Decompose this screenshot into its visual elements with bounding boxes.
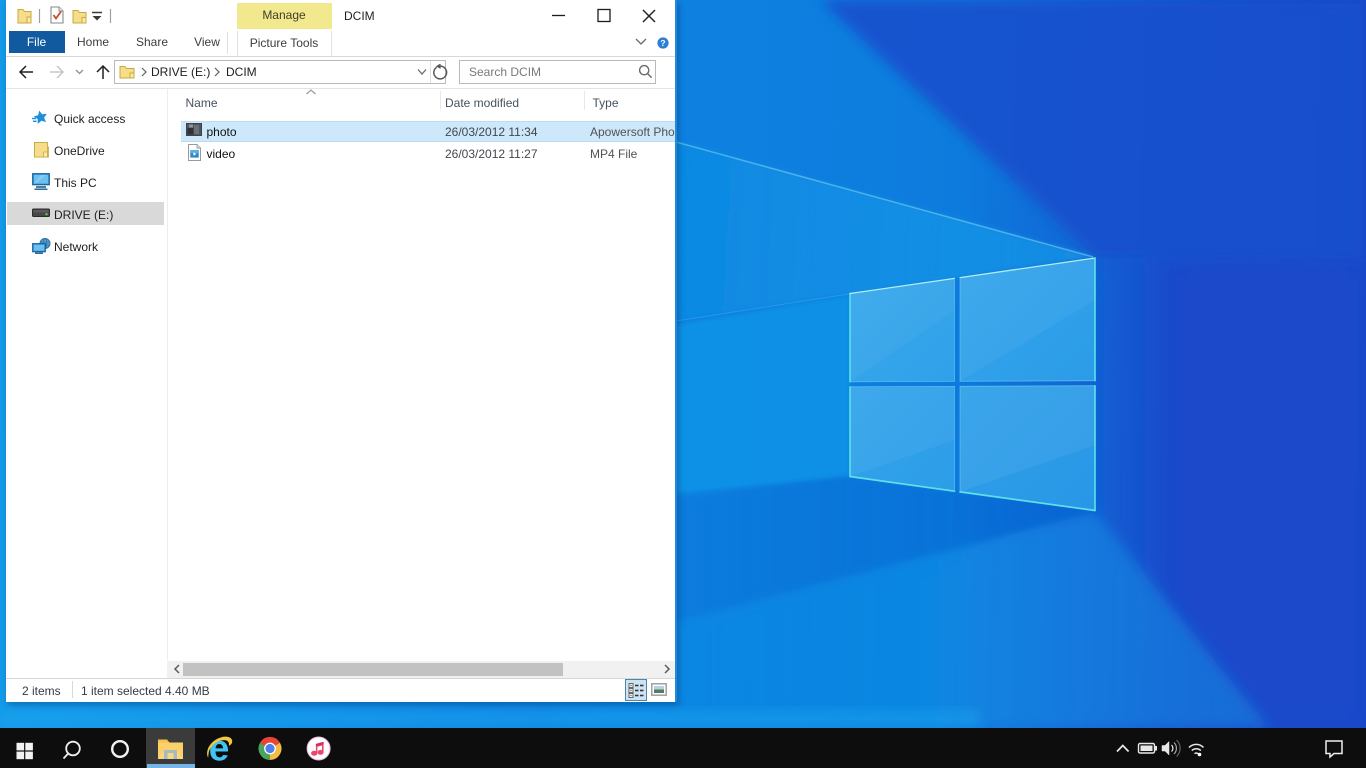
svg-text:e: e bbox=[209, 728, 230, 768]
svg-text:?: ? bbox=[660, 38, 665, 48]
